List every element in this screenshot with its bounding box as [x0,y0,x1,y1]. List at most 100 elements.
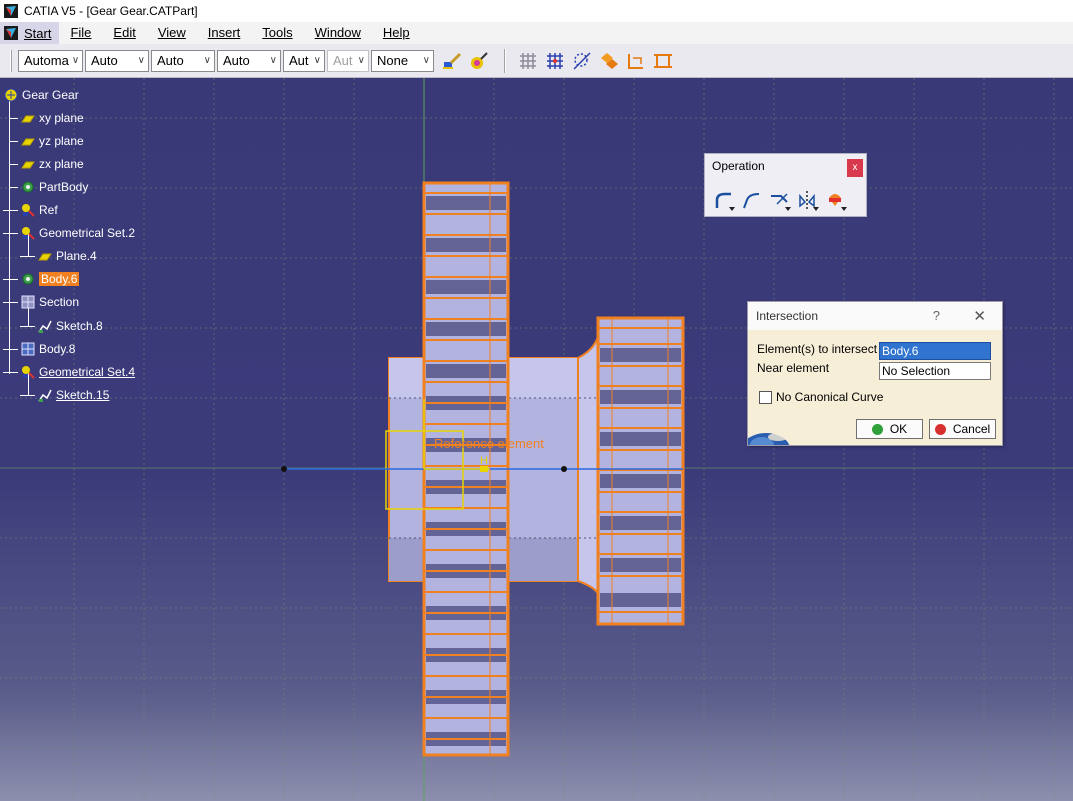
tree-item-label: Sketch.8 [56,319,103,333]
trim-icon[interactable] [767,188,793,212]
grid-lines-icon[interactable] [516,49,540,73]
dimensional-constraints-icon[interactable] [624,49,648,73]
tree-item-yz-plane[interactable]: yz plane [10,132,84,150]
geometrical-set-icon [22,227,35,240]
close-button[interactable]: x [847,159,863,177]
axis-h-label: H [480,455,488,467]
tree-item-label: Geometrical Set.4 [39,365,136,379]
tree-item-geometrical-set-2[interactable]: Geometrical Set.2 [3,224,135,242]
combo-value: Aut [289,53,309,68]
cancel-button[interactable]: Cancel [929,419,996,439]
menu-window-label: Window [314,25,361,40]
tree-item-label: xy plane [39,111,84,125]
chamfer-icon[interactable] [739,188,765,212]
tree-expander[interactable] [3,348,18,350]
tree-expander[interactable] [20,325,35,327]
menu-file[interactable]: File [59,22,102,44]
no-canonical-curve-checkbox[interactable] [759,391,772,404]
auto-constraint-icon[interactable] [651,49,675,73]
chevron-down-icon: ∨ [137,55,145,66]
color-combo[interactable]: Automa ∨ [18,49,83,72]
menu-view[interactable]: View [147,22,197,44]
toolbar-grip[interactable] [10,49,12,72]
tree-item-label: Section [39,295,80,309]
tree-item-label: Sketch.15 [56,388,110,402]
close-button[interactable]: ✕ [973,307,986,325]
combo-value: Auto [157,53,184,68]
layer-combo[interactable]: None ∨ [371,49,434,72]
tree-item-sketch-8[interactable]: Sketch.8 [20,317,103,335]
menu-insert-label: Insert [207,25,241,40]
tree-item-body-6[interactable]: Body.6 [3,270,80,288]
tree-item-zx-plane[interactable]: zx plane [10,155,84,173]
chevron-down-icon: ∨ [313,55,321,66]
window-title: CATIA V5 - [Gear Gear.CATPart] [24,4,198,18]
menu-tools[interactable]: Tools [251,22,303,44]
tree-item-label: zx plane [39,157,84,171]
menu-edit[interactable]: Edit [102,22,146,44]
section-body-icon [21,295,35,309]
menu-window[interactable]: Window [304,22,372,44]
transparency-combo[interactable]: Auto ∨ [85,49,149,72]
menu-insert[interactable]: Insert [197,22,252,44]
tree-expander[interactable] [3,232,18,234]
tree-item-xy-plane[interactable]: xy plane [10,109,84,127]
tree-expander[interactable] [20,255,35,257]
plane-icon [21,161,35,169]
tree-connector [10,117,18,119]
point-type-combo[interactable]: Aut ∨ [283,49,325,72]
elements-to-intersect-field[interactable]: Body.6 [879,342,991,360]
geometrical-set-icon [22,366,35,379]
tree-expander[interactable] [20,394,35,396]
snap-grid-icon[interactable] [543,49,567,73]
tree-expander[interactable] [3,301,18,303]
tree-item-sketch-15[interactable]: Sketch.15 [20,386,109,404]
line-type-combo[interactable]: Auto ∨ [217,49,281,72]
tree-item-ref[interactable]: Ref [3,201,58,219]
combo-value: Aut [333,53,353,68]
intersection-dialog: Intersection ? ✕ Element(s) to intersect… [747,301,1003,446]
mirror-icon[interactable] [795,188,821,212]
ok-label: OK [889,422,908,436]
combo-value: Auto [223,53,250,68]
menu-help[interactable]: Help [372,22,421,44]
rendering-style-combo: Aut ∨ [327,49,369,72]
properties-wand-icon[interactable] [467,49,491,73]
tree-item-geometrical-set-4[interactable]: Geometrical Set.4 [3,363,135,381]
menu-start[interactable]: Start [0,22,60,44]
painter-brush-icon[interactable] [440,49,464,73]
construction-icon[interactable] [570,49,594,73]
tree-item-label: Ref [39,203,58,217]
tree-expander[interactable] [3,209,18,211]
tree-item-plane-4[interactable]: Plane.4 [20,247,97,265]
small-gear-body[interactable] [596,316,685,626]
menu-start-label: Start [24,25,52,41]
sketch-icon [38,389,52,402]
tree-item-body-8[interactable]: Body.8 [3,340,75,358]
part-icon [4,88,18,102]
tree-expander[interactable] [3,278,18,280]
operation-icons [711,188,851,212]
near-element-field[interactable]: No Selection [879,362,991,380]
geometric-constraints-icon[interactable] [597,49,621,73]
help-button[interactable]: ? [933,308,940,323]
tree-root-label: Gear Gear [22,88,79,102]
tree-expander[interactable] [3,371,18,373]
tree-item-partbody[interactable]: PartBody [10,178,88,196]
ok-button[interactable]: OK [856,419,923,439]
line-thickness-combo[interactable]: Auto ∨ [151,49,215,72]
menu-file-label: File [70,25,92,40]
graphic-properties-toolbar: Automa ∨ Auto ∨ Auto ∨ Auto ∨ Aut ∨ Aut ∨ None… [0,44,1073,78]
body-gear-icon [22,273,34,285]
window-titlebar: CATIA V5 - [Gear Gear.CATPart] [0,0,1073,22]
operation-toolbar: Operation x [704,153,867,217]
chevron-down-icon: ∨ [203,55,211,66]
tree-connector [10,163,18,165]
project-3d-elements-icon[interactable] [823,188,849,212]
corner-icon[interactable] [711,188,737,212]
menu-help-label: Help [382,25,410,40]
tree-root[interactable]: Gear Gear [3,86,79,104]
tree-item-section[interactable]: Section [3,293,79,311]
tree-connector [10,186,18,188]
menu-bar: Start File Edit View Insert Tools Window… [0,22,1073,44]
